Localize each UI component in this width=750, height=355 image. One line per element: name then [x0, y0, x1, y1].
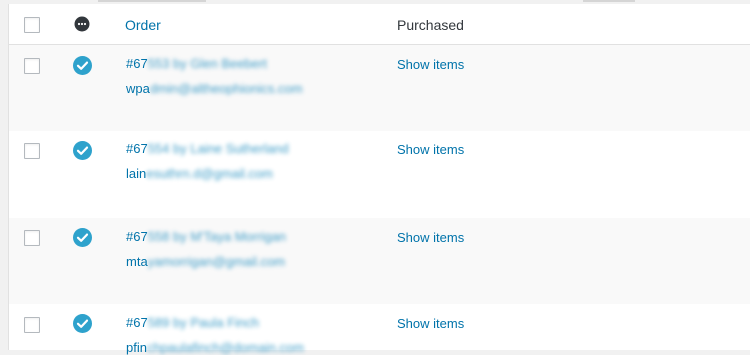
show-items-link[interactable]: Show items: [397, 230, 464, 245]
show-items-link[interactable]: Show items: [397, 316, 464, 331]
row-select-checkbox[interactable]: [24, 143, 40, 159]
order-title[interactable]: #67553 by Glen Beebert: [126, 56, 267, 71]
completed-check-icon: [73, 314, 92, 333]
row-select-checkbox[interactable]: [24, 58, 40, 74]
order-email[interactable]: mtayamorrigan@gmail.com: [126, 254, 285, 269]
top-strip-segment: [583, 0, 635, 2]
order-email[interactable]: pfinchpaulafinch@domain.com: [126, 340, 304, 355]
order-status-header-icon[interactable]: [74, 16, 90, 32]
order-title-redacted: 553 by Glen Beebert: [147, 56, 267, 71]
order-email[interactable]: lainesuthrn.d@gmail.com: [126, 166, 273, 181]
order-email[interactable]: wpadmin@altheophionics.com: [126, 81, 303, 96]
select-all-checkbox[interactable]: [24, 17, 40, 33]
table-row: #67554 by Laine Sutherland lainesuthrn.d…: [9, 131, 750, 218]
table-row: #67553 by Glen Beebert wpadmin@altheophi…: [9, 45, 750, 131]
table-row: #67558 by M'Taya Morrigan mtayamorrigan@…: [9, 218, 750, 304]
column-header-purchased: Purchased: [397, 17, 464, 33]
top-strip-segment: [98, 0, 206, 2]
email-visible[interactable]: mta: [126, 254, 148, 269]
order-number[interactable]: #67: [126, 229, 148, 244]
order-number[interactable]: #67: [126, 141, 148, 156]
order-number[interactable]: #67: [126, 56, 148, 71]
table-header: Order Purchased: [9, 4, 750, 45]
order-title[interactable]: #67558 by M'Taya Morrigan: [126, 229, 286, 244]
show-items-link[interactable]: Show items: [397, 57, 464, 72]
orders-table: Order Purchased #67553 by Glen Beebert w…: [8, 4, 750, 355]
column-header-order[interactable]: Order: [125, 17, 161, 33]
email-visible[interactable]: wpa: [126, 81, 150, 96]
order-number[interactable]: #67: [126, 315, 148, 330]
completed-check-icon: [73, 141, 92, 160]
order-title-redacted: 554 by Laine Sutherland: [147, 141, 289, 156]
table-row: #67589 by Paula Finch pfinchpaulafinch@d…: [9, 304, 750, 355]
row-select-checkbox[interactable]: [24, 317, 40, 333]
row-select-checkbox[interactable]: [24, 230, 40, 246]
order-title[interactable]: #67554 by Laine Sutherland: [126, 141, 289, 156]
show-items-link[interactable]: Show items: [397, 142, 464, 157]
email-visible[interactable]: lain: [126, 166, 146, 181]
email-redacted: yamorrigan@gmail.com: [147, 254, 286, 269]
email-redacted: dmin@altheophionics.com: [149, 81, 303, 96]
email-visible[interactable]: pfin: [126, 340, 147, 355]
email-redacted: chpaulafinch@domain.com: [146, 340, 304, 355]
order-title-redacted: 558 by M'Taya Morrigan: [147, 229, 287, 244]
email-redacted: esuthrn.d@gmail.com: [146, 166, 273, 181]
order-title-redacted: 589 by Paula Finch: [147, 315, 259, 330]
completed-check-icon: [73, 56, 92, 75]
completed-check-icon: [73, 228, 92, 247]
order-title[interactable]: #67589 by Paula Finch: [126, 315, 259, 330]
